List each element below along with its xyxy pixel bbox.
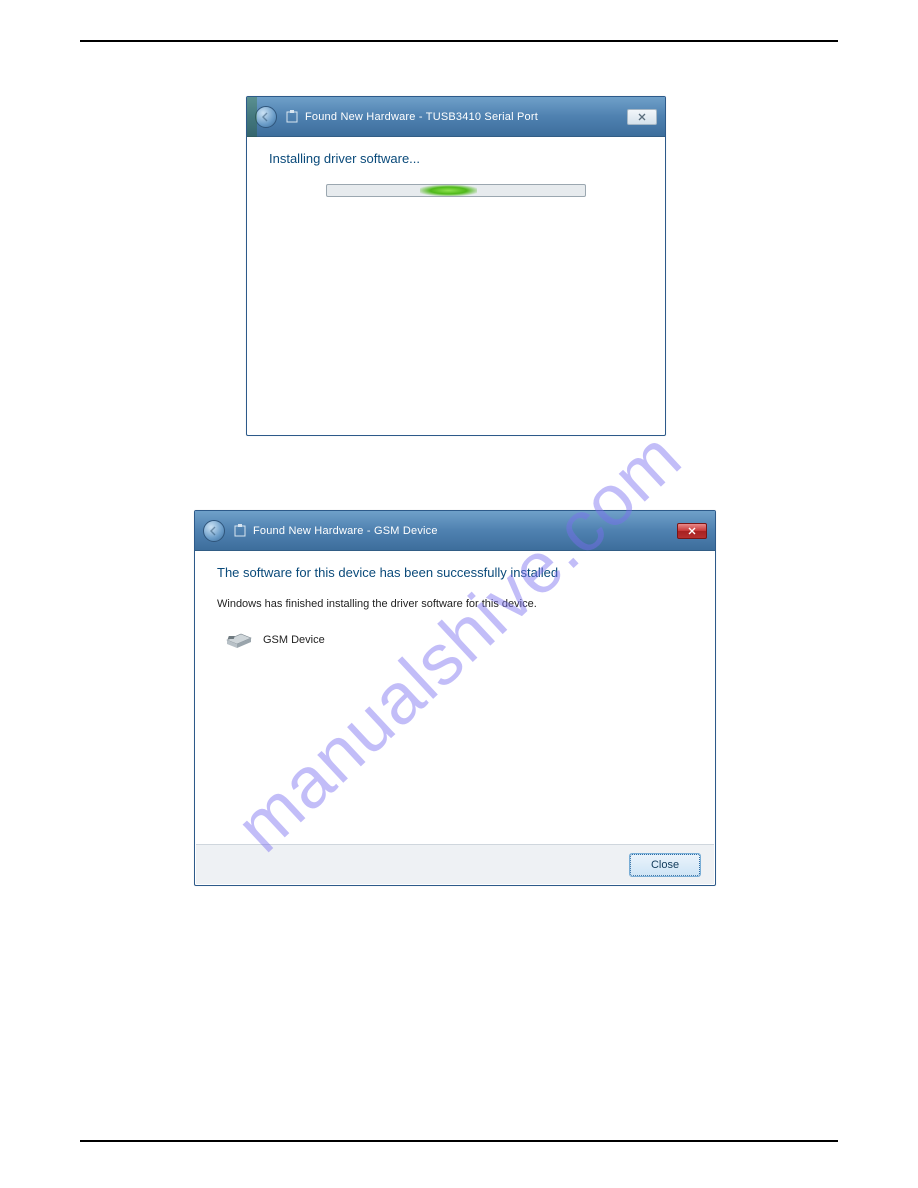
pci-card-icon xyxy=(225,630,253,650)
device-icon xyxy=(233,524,247,538)
close-icon xyxy=(638,113,646,121)
progress-indicator xyxy=(420,185,477,196)
dialog-title: Found New Hardware - GSM Device xyxy=(253,525,438,537)
close-button[interactable] xyxy=(677,523,707,539)
dialog-footer: Close xyxy=(196,844,714,884)
close-icon xyxy=(688,527,696,535)
arrow-left-icon xyxy=(261,112,271,122)
back-button[interactable] xyxy=(255,106,277,128)
arrow-left-icon xyxy=(209,526,219,536)
device-name: GSM Device xyxy=(263,634,325,646)
close-button[interactable] xyxy=(627,109,657,125)
device-row: GSM Device xyxy=(217,630,693,650)
dialog-header: Found New Hardware - TUSB3410 Serial Por… xyxy=(247,97,665,137)
dialog-header: Found New Hardware - GSM Device xyxy=(195,511,715,551)
close-button-label: Close xyxy=(651,859,679,871)
close-action-button[interactable]: Close xyxy=(630,854,700,876)
status-subtext: Windows has finished installing the driv… xyxy=(217,598,693,610)
rule-top xyxy=(80,40,838,42)
back-button[interactable] xyxy=(203,520,225,542)
dialog-installing-driver: Found New Hardware - TUSB3410 Serial Por… xyxy=(246,96,666,436)
status-headline: The software for this device has been su… xyxy=(217,565,693,580)
dialog-body: Installing driver software... xyxy=(247,137,665,197)
dialog-install-complete: Found New Hardware - GSM Device The soft… xyxy=(194,510,716,886)
page-container: Found New Hardware - TUSB3410 Serial Por… xyxy=(80,0,838,1188)
header-decor xyxy=(247,97,257,137)
status-headline: Installing driver software... xyxy=(269,151,643,166)
progress-bar xyxy=(326,184,586,197)
rule-bottom xyxy=(80,1140,838,1142)
dialog-title: Found New Hardware - TUSB3410 Serial Por… xyxy=(305,111,538,123)
device-icon xyxy=(285,110,299,124)
dialog-body: The software for this device has been su… xyxy=(195,551,715,650)
